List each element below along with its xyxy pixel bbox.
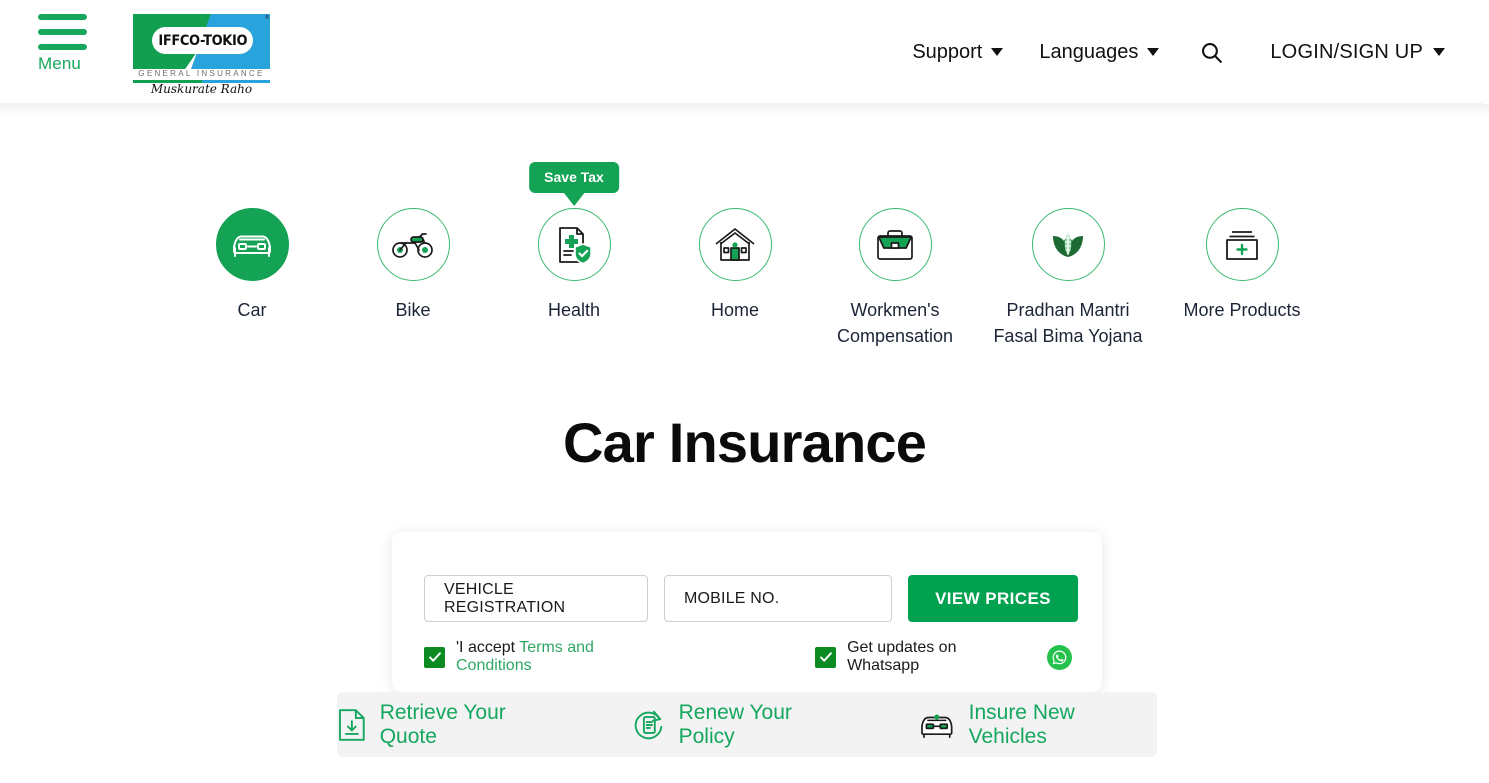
product-home-label: Home	[710, 300, 759, 320]
bike-icon	[392, 232, 433, 258]
search-icon	[1202, 42, 1223, 63]
hamburger-bar-1	[38, 14, 87, 20]
hamburger-bar-3	[38, 44, 87, 50]
whatsapp-checkbox[interactable]	[815, 646, 837, 668]
insure-new-vehicles-link[interactable]: Insure New Vehicles	[918, 701, 1157, 749]
chevron-down-icon	[1147, 48, 1160, 56]
whatsapp-label: Get updates on Whatsapp	[847, 639, 957, 674]
chevron-down-icon	[991, 48, 1004, 56]
product-health[interactable]: Save Tax Health	[494, 162, 654, 323]
renew-policy-label: Renew Your Policy	[678, 700, 792, 748]
insure-new-vehicles-label: Insure New Vehicles	[968, 700, 1075, 748]
login-signup-label: LOGIN/SIGN UP	[1270, 40, 1423, 63]
renew-policy-link[interactable]: Renew Your Policy	[633, 701, 852, 749]
refresh-document-icon	[634, 710, 663, 739]
nav-support-label: Support	[912, 41, 983, 63]
logo-tagline: Muskurate Raho	[150, 82, 253, 96]
nav-support[interactable]: Support	[894, 40, 1021, 64]
save-tax-badge: Save Tax	[529, 162, 619, 193]
product-pmfby-circle	[1031, 208, 1105, 281]
whatsapp-checkbox-group[interactable]: Get updates on Whatsapp	[815, 639, 1072, 675]
check-icon	[819, 652, 832, 662]
vehicle-registration-input[interactable]: VEHICLE REGISTRATION	[424, 575, 648, 622]
view-prices-button[interactable]: VIEW PRICES	[908, 575, 1078, 622]
product-workmens-label: Workmen's Compensation	[836, 300, 954, 346]
quote-form-checkboxes: 'I accept Terms and Conditions Get updat…	[424, 639, 1072, 675]
document-download-icon	[339, 708, 365, 741]
logo-wordmark-text: IFFCO-TOKIO	[158, 32, 247, 49]
terms-prefix: 'I accept	[456, 639, 520, 656]
nav-languages-label: Languages	[1039, 41, 1139, 63]
product-bike-circle	[376, 208, 450, 281]
brand-logo[interactable]: IFFCO-TOKIO ® GENERAL INSURANCE Muskurat…	[133, 14, 270, 96]
header-shadow	[0, 104, 1489, 118]
product-car-circle	[215, 208, 289, 281]
page-root: Menu IFFCO-TOKIO ® GENERAL INSURANCE Mus…	[0, 0, 1489, 783]
briefcase-icon	[877, 229, 913, 260]
product-workmens-compensation[interactable]: Workmen's Compensation	[815, 208, 975, 349]
product-workmens-circle	[858, 208, 932, 281]
product-more-label: More Products	[1183, 300, 1301, 320]
product-pmfby-label: Pradhan Mantri Fasal Bima Yojana	[993, 300, 1143, 346]
product-bike[interactable]: Bike	[333, 208, 493, 323]
hamburger-bar-2	[38, 29, 87, 35]
logo-wordmark: IFFCO-TOKIO	[152, 27, 253, 54]
whatsapp-icon[interactable]	[1047, 644, 1072, 670]
house-icon	[715, 227, 755, 261]
page-title: Car Insurance	[562, 411, 927, 474]
menu-button[interactable]: Menu	[38, 14, 94, 74]
product-pmfby[interactable]: Pradhan Mantri Fasal Bima Yojana	[988, 208, 1148, 349]
crop-wheat-icon	[1053, 232, 1083, 257]
car-icon	[233, 235, 271, 257]
retrieve-quote-label: Retrieve Your Quote	[379, 700, 506, 748]
quote-form-card: VEHICLE REGISTRATION MOBILE NO. VIEW PRI…	[392, 532, 1102, 692]
product-more-products[interactable]: More Products	[1162, 208, 1322, 323]
product-health-circle	[537, 208, 611, 281]
whatsapp-glyph-icon	[1052, 650, 1067, 664]
health-document-shield-icon	[559, 226, 592, 264]
login-signup-button[interactable]: LOGIN/SIGN UP	[1246, 41, 1445, 64]
product-car[interactable]: Car	[172, 208, 332, 323]
check-icon	[428, 652, 441, 662]
trademark-symbol: ®	[265, 15, 269, 21]
search-button[interactable]	[1177, 40, 1246, 65]
product-health-label: Health	[547, 300, 601, 320]
mobile-number-input[interactable]: MOBILE NO.	[664, 575, 892, 622]
product-car-label: Car	[237, 300, 267, 320]
folder-plus-icon	[1226, 230, 1258, 260]
product-home[interactable]: Home	[655, 208, 815, 323]
logo-mark: IFFCO-TOKIO ®	[133, 14, 270, 69]
product-home-circle	[698, 208, 772, 281]
quick-links-bar: Retrieve Your Quote Renew Your Policy In…	[337, 692, 1157, 757]
nav-languages[interactable]: Languages	[1021, 40, 1177, 64]
retrieve-quote-link[interactable]: Retrieve Your Quote	[337, 701, 567, 749]
site-header: Menu IFFCO-TOKIO ® GENERAL INSURANCE Mus…	[0, 0, 1483, 104]
car-front-icon	[921, 714, 953, 738]
terms-text: 'I accept Terms and Conditions	[456, 639, 673, 675]
header-nav: Support Languages LOGIN/SIGN UP	[894, 0, 1445, 104]
product-category-row: Car Bike Save Tax Health Home Workmen's …	[0, 162, 1489, 378]
product-more-circle	[1205, 208, 1279, 281]
terms-checkbox[interactable]	[424, 646, 445, 668]
menu-label: Menu	[38, 54, 81, 73]
product-bike-label: Bike	[395, 300, 431, 320]
terms-checkbox-group[interactable]: 'I accept Terms and Conditions	[424, 639, 673, 675]
logo-subtitle: GENERAL INSURANCE	[138, 69, 265, 78]
quote-form-inputs: VEHICLE REGISTRATION MOBILE NO. VIEW PRI…	[424, 575, 1078, 622]
chevron-down-icon	[1433, 48, 1445, 56]
